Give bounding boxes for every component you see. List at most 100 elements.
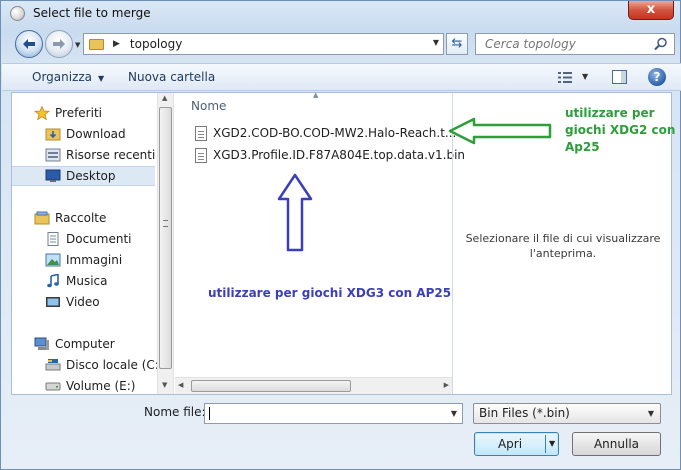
refresh-button[interactable]: ⇆ [446, 33, 468, 55]
address-bar[interactable]: ▶ topology ▼ [83, 33, 444, 55]
filetype-value: Bin Files (*.bin) [479, 406, 570, 420]
back-button[interactable] [15, 30, 43, 58]
green-arrow-left-icon [448, 117, 552, 145]
file-name: XGD3.Profile.ID.F87A804E.top.data.v1.bin [213, 148, 466, 162]
navigation-scrollbar[interactable]: ▲ ▼ [157, 93, 174, 394]
nav-item-label: Preferiti [55, 106, 102, 120]
folder-icon [89, 38, 104, 50]
nav-item-recent-places[interactable]: Risorse recenti [12, 145, 155, 165]
recent-places-icon [45, 148, 61, 162]
nav-item-label: Documenti [66, 232, 132, 246]
command-toolbar: Organizza ▼ Nuova cartella ▼ ? [2, 63, 681, 91]
new-folder-button[interactable]: Nuova cartella [128, 70, 215, 84]
breadcrumb-topology[interactable]: topology [130, 37, 182, 51]
preview-message: Selezionare il file di cui visualizzare … [463, 231, 663, 261]
drive-icon [45, 382, 61, 391]
file-list-pane: Nome ▲ XGD2.COD-BO.COD-MW2.Halo-Reach.t.… [175, 91, 465, 394]
annotation-blue: utilizzare per giochi XDG3 con AP25 [208, 286, 452, 300]
search-input[interactable] [483, 36, 643, 52]
window-title: Select file to merge [33, 6, 151, 20]
desktop-icon [45, 169, 61, 182]
preview-pane-toggle-icon[interactable] [612, 70, 627, 84]
cancel-button[interactable]: Annulla [572, 432, 661, 456]
app-icon [10, 6, 25, 21]
nav-item-label: Download [66, 127, 126, 141]
open-label: Apri [497, 437, 523, 451]
text-cursor [209, 407, 210, 420]
arrow-left-icon [23, 39, 35, 49]
annotation-line: giochi XDG2 con [565, 123, 676, 137]
file-icon [195, 125, 207, 141]
file-row[interactable]: XGD2.COD-BO.COD-MW2.Halo-Reach.t... [195, 123, 456, 143]
nav-item-volume-e[interactable]: Volume (E:) [12, 376, 155, 394]
split-divider [545, 435, 546, 453]
nav-item-pictures[interactable]: Immagini [12, 250, 155, 270]
scroll-up-icon[interactable]: ▲ [162, 94, 167, 102]
nav-item-desktop[interactable]: Desktop [12, 166, 155, 186]
file-icon [195, 147, 207, 163]
pictures-icon [45, 253, 61, 267]
view-dropdown-icon[interactable]: ▼ [582, 72, 588, 81]
documents-icon [47, 232, 59, 246]
arrow-right-icon [53, 39, 65, 49]
address-dropdown-icon[interactable]: ▼ [433, 38, 439, 47]
recent-locations-dropdown-icon[interactable]: ▼ [75, 41, 80, 49]
refresh-icon: ⇆ [451, 36, 463, 51]
nav-item-label: Musica [66, 274, 108, 288]
title-bar[interactable]: Select file to merge x [1, 1, 680, 27]
column-header-name[interactable]: Nome [191, 99, 226, 113]
open-options-dropdown-icon[interactable]: ▼ [549, 433, 555, 455]
scroll-left-icon[interactable]: ◀ [178, 381, 183, 389]
file-list-horizontal-scrollbar[interactable]: ◀ ▶ [175, 377, 452, 394]
blue-arrow-up-icon [277, 173, 313, 252]
nav-item-label: Computer [55, 337, 115, 351]
scrollbar-thumb[interactable] [159, 107, 172, 369]
nav-item-libraries[interactable]: Raccolte [12, 208, 155, 228]
filename-combobox[interactable]: ▼ [204, 403, 463, 424]
preview-message-line: l'anteprima. [529, 247, 597, 260]
chevron-down-icon: ▼ [647, 409, 654, 418]
annotation-line: Ap25 [565, 140, 600, 154]
music-icon [47, 274, 59, 288]
grip-icon [163, 220, 168, 227]
star-icon [34, 106, 50, 120]
nav-item-download[interactable]: Download [12, 124, 155, 144]
filetype-select[interactable]: Bin Files (*.bin) ▼ [473, 403, 661, 424]
file-row[interactable]: XGD3.Profile.ID.F87A804E.top.data.v1.bin [195, 145, 465, 165]
view-options-icon[interactable] [558, 72, 572, 83]
filename-label: Nome file: [144, 405, 206, 419]
nav-item-label: Video [66, 295, 100, 309]
search-box[interactable] [475, 33, 675, 55]
chevron-down-icon[interactable]: ▼ [451, 409, 457, 418]
file-dialog-window: Select file to merge x ▼ ▶ topology ▼ ⇆ … [0, 0, 681, 470]
scroll-right-icon[interactable]: ▶ [444, 381, 449, 389]
nav-item-label: Disco locale (C:) [66, 358, 157, 372]
scroll-down-icon[interactable]: ▼ [162, 381, 167, 389]
filename-input[interactable] [208, 404, 444, 423]
close-button[interactable]: x [628, 1, 674, 20]
video-icon [46, 297, 60, 307]
nav-item-computer[interactable]: Computer [12, 334, 155, 354]
nav-item-favorites[interactable]: Preferiti [12, 103, 155, 123]
forward-button[interactable] [45, 30, 73, 58]
nav-item-label: Desktop [66, 169, 116, 183]
open-button[interactable]: Apri ▼ [474, 432, 559, 456]
nav-item-label: Immagini [66, 253, 123, 267]
nav-item-music[interactable]: Musica [12, 271, 155, 291]
preview-message-line: Selezionare il file di cui visualizzare [465, 232, 661, 245]
navigation-pane: Preferiti Download Risorse recenti Deskt… [12, 93, 157, 394]
nav-item-video[interactable]: Video [12, 292, 155, 312]
nav-item-documents[interactable]: Documenti [12, 229, 155, 249]
scrollbar-thumb[interactable] [191, 380, 351, 392]
annotation-green: utilizzare per giochi XDG2 con Ap25 [565, 105, 675, 156]
breadcrumb-separator-icon[interactable]: ▶ [113, 39, 120, 49]
search-icon[interactable] [654, 37, 668, 51]
computer-icon [34, 337, 49, 350]
chevron-down-icon: ▼ [98, 74, 105, 83]
sort-ascending-icon: ▲ [313, 91, 319, 99]
organize-menu[interactable]: Organizza ▼ [32, 70, 104, 84]
organize-label: Organizza [32, 70, 93, 84]
help-button[interactable]: ? [648, 68, 666, 86]
nav-item-local-disk-c[interactable]: Disco locale (C:) [12, 355, 157, 375]
nav-item-label: Raccolte [55, 211, 107, 225]
